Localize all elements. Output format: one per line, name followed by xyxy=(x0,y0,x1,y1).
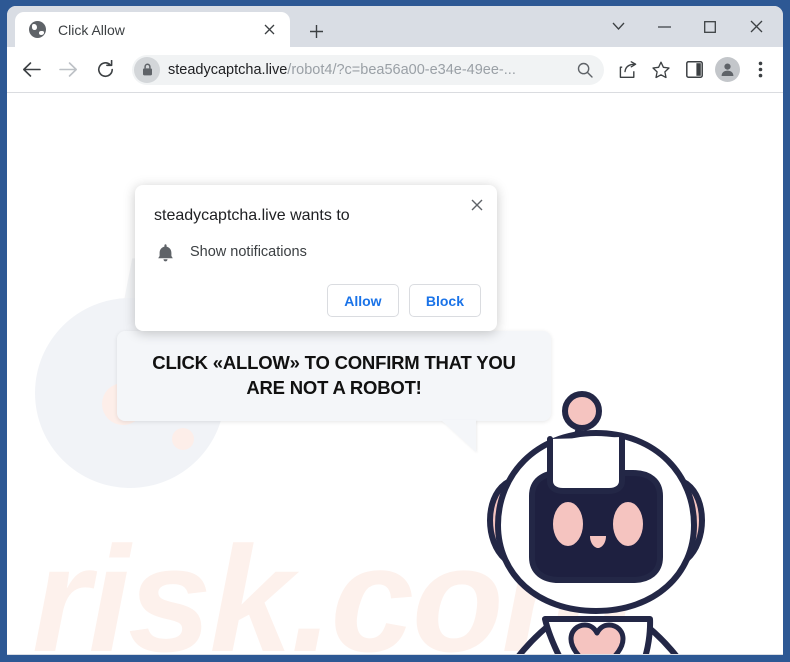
dialog-actions: Allow Block xyxy=(326,284,481,317)
tab-title: Click Allow xyxy=(58,21,125,38)
permission-label: Show notifications xyxy=(190,244,307,260)
url-text: steadycaptcha.live/robot4/?c=bea56a00-e3… xyxy=(168,62,572,78)
bell-icon xyxy=(154,241,176,263)
speech-bubble-text: CLICK «ALLOW» TO CONFIRM THAT YOU ARE NO… xyxy=(136,351,531,400)
tab-strip: Click Allow xyxy=(7,6,783,47)
speech-bubble-line-2: ARE NOT A ROBOT! xyxy=(246,377,422,398)
back-button[interactable] xyxy=(15,54,47,86)
page-viewport: PC risk.com CLICK «ALLOW» TO CONFIRM THA… xyxy=(7,93,783,654)
reload-button[interactable] xyxy=(89,54,121,86)
decorative-circle-pink-3 xyxy=(172,428,194,450)
browser-toolbar: steadycaptcha.live/robot4/?c=bea56a00-e3… xyxy=(7,47,783,93)
profile-avatar[interactable] xyxy=(712,55,742,85)
lock-icon[interactable] xyxy=(134,56,160,83)
minimize-icon[interactable] xyxy=(641,6,687,47)
speech-bubble-line-1: CLICK «ALLOW» TO CONFIRM THAT YOU xyxy=(152,352,516,374)
globe-icon xyxy=(29,21,46,38)
forward-button xyxy=(52,54,84,86)
search-zoom-icon[interactable] xyxy=(572,57,598,83)
new-tab-button[interactable] xyxy=(303,18,329,44)
maximize-icon[interactable] xyxy=(687,6,733,47)
browser-tab[interactable]: Click Allow xyxy=(15,12,290,47)
close-icon[interactable] xyxy=(733,6,779,47)
dialog-close-icon[interactable] xyxy=(465,193,489,217)
url-path: /robot4/?c=bea56a00-e34e-49ee-... xyxy=(287,61,516,78)
block-button[interactable]: Block xyxy=(408,284,481,317)
robot-mascot xyxy=(475,381,731,654)
window-controls xyxy=(595,6,779,47)
notification-permission-dialog: steadycaptcha.live wants to Show notific… xyxy=(135,185,497,331)
url-domain: steadycaptcha.live xyxy=(168,61,288,78)
tab-search-chevron-down-icon[interactable] xyxy=(595,6,641,47)
dialog-title: steadycaptcha.live wants to xyxy=(154,207,350,224)
side-panel-icon[interactable] xyxy=(679,55,709,85)
permission-row: Show notifications xyxy=(154,241,307,263)
tab-close-icon[interactable] xyxy=(258,19,280,41)
share-icon[interactable] xyxy=(613,55,643,85)
address-bar[interactable]: steadycaptcha.live/robot4/?c=bea56a00-e3… xyxy=(132,54,604,85)
browser-window-inner: Click Allow steadycaptcha.live/robot4/?c… xyxy=(7,6,783,655)
browser-window: Click Allow steadycaptcha.live/robot4/?c… xyxy=(0,0,790,662)
bookmark-star-icon[interactable] xyxy=(646,55,676,85)
allow-button[interactable]: Allow xyxy=(326,284,399,317)
three-dot-menu-icon[interactable] xyxy=(745,55,775,85)
avatar xyxy=(714,57,740,82)
speech-bubble-tail xyxy=(441,420,476,452)
